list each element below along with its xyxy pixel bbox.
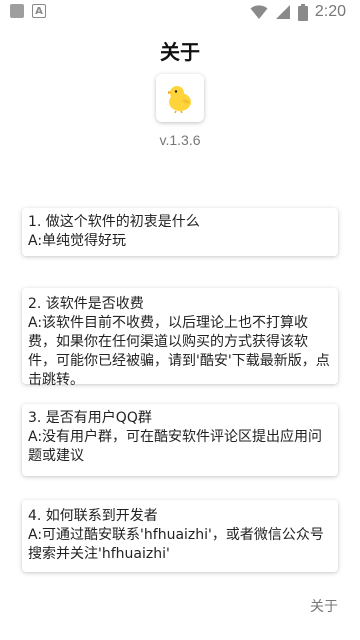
app-logo bbox=[156, 74, 204, 122]
faq-card-1: 1. 做这个软件的初衷是什么 A:单纯觉得好玩 bbox=[22, 208, 338, 256]
faq-question: 2. 该软件是否收费 bbox=[28, 296, 144, 312]
about-link[interactable]: 关于 bbox=[310, 596, 338, 616]
faq-answer-download-link[interactable]: A:该软件目前不收费，以后理论上也不打算收费，如果你在任何渠道以购买的方式获得该… bbox=[28, 314, 332, 390]
faq-question: 1. 做这个软件的初衷是什么 bbox=[28, 214, 200, 230]
faq-card-2[interactable]: 2. 该软件是否收费 A:该软件目前不收费，以后理论上也不打算收费，如果你在任何… bbox=[22, 288, 338, 388]
cellular-signal-icon bbox=[275, 5, 290, 19]
chick-icon bbox=[168, 86, 191, 113]
faq-card-3: 3. 是否有用户QQ群 A:没有用户群，可在酷安软件评论区提出应用问题或建议 bbox=[22, 404, 338, 476]
battery-icon bbox=[297, 3, 308, 21]
faq-answer: A:没有用户群，可在酷安软件评论区提出应用问题或建议 bbox=[28, 429, 323, 464]
status-bar: A 2:20 bbox=[0, 0, 360, 24]
notification-square-icon bbox=[10, 4, 24, 18]
faq-answer: A:可通过酷安联系'hfhuaizhi'，或者微信公众号搜索并关注'hfhuai… bbox=[28, 527, 324, 562]
faq-card-4: 4. 如何联系到开发者 A:可通过酷安联系'hfhuaizhi'，或者微信公众号… bbox=[22, 500, 338, 572]
faq-answer: A:单纯觉得好玩 bbox=[28, 233, 127, 249]
wifi-icon bbox=[250, 5, 268, 19]
faq-question: 3. 是否有用户QQ群 bbox=[28, 410, 152, 426]
clock: 2:20 bbox=[314, 3, 346, 20]
faq-question: 4. 如何联系到开发者 bbox=[28, 508, 158, 524]
page-title: 关于 bbox=[160, 40, 200, 64]
version-text: v.1.3.6 bbox=[159, 132, 201, 148]
a-icon: A bbox=[32, 4, 46, 18]
